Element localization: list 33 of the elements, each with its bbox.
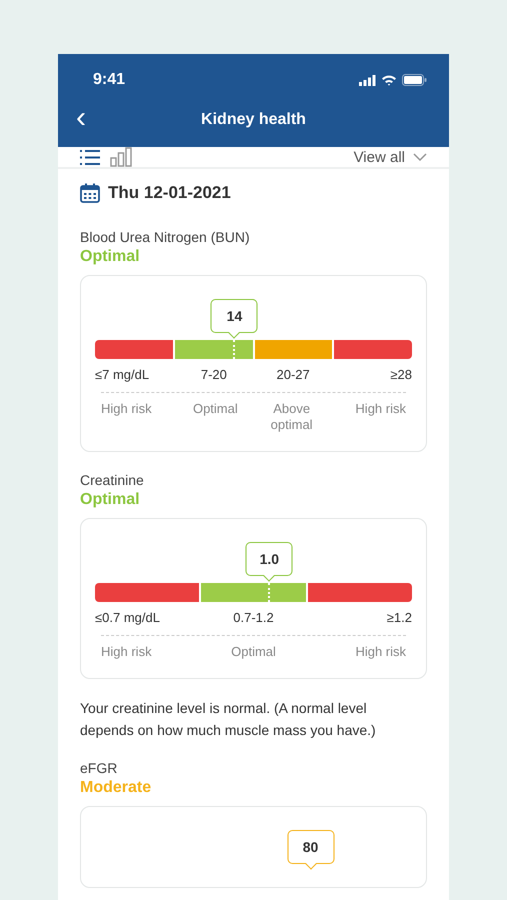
risk-label: High risk <box>101 401 152 416</box>
battery-icon <box>402 74 427 86</box>
screen-title: Kidney health <box>201 110 306 128</box>
risk-label: Above optimal <box>270 401 313 432</box>
signal-icon <box>359 74 376 86</box>
view-all-dropdown[interactable]: View all <box>354 148 427 166</box>
test-name: eFGR <box>80 760 118 776</box>
test-status: Moderate <box>80 779 152 797</box>
range-label: ≤0.7 mg/dL <box>95 610 160 625</box>
test-name: Creatinine <box>80 472 145 488</box>
risk-label: High risk <box>101 644 152 659</box>
date-heading: Thu 12-01-2021 <box>108 183 231 203</box>
risk-label: High risk <box>355 401 406 416</box>
risk-label: High risk <box>355 644 406 659</box>
test-status: Optimal <box>80 248 141 266</box>
range-label: ≤7 mg/dL <box>95 367 150 382</box>
range-label: ≥28 <box>390 367 412 382</box>
calendar-icon <box>80 183 100 203</box>
range-label: 0.7-1.2 <box>233 610 274 625</box>
wifi-icon <box>381 74 397 86</box>
risk-label: Optimal <box>192 401 238 416</box>
status-time: 9:41 <box>93 71 126 89</box>
chart-view-button[interactable] <box>110 147 132 167</box>
test-status: Optimal <box>80 491 141 509</box>
test-note: Your creatinine level is normal. (A normal level depends on how much muscle mass you have.) <box>80 699 377 740</box>
chevron-down-icon <box>413 153 427 161</box>
range-label: ≥1.2 <box>386 610 412 625</box>
back-button[interactable]: ‹ <box>72 104 90 132</box>
range-label: 20-27 <box>276 367 310 382</box>
list-view-button[interactable] <box>80 148 100 166</box>
range-label: 7-20 <box>200 367 227 382</box>
risk-label: Optimal <box>231 644 276 659</box>
test-name: Blood Urea Nitrogen (BUN) <box>80 229 251 245</box>
